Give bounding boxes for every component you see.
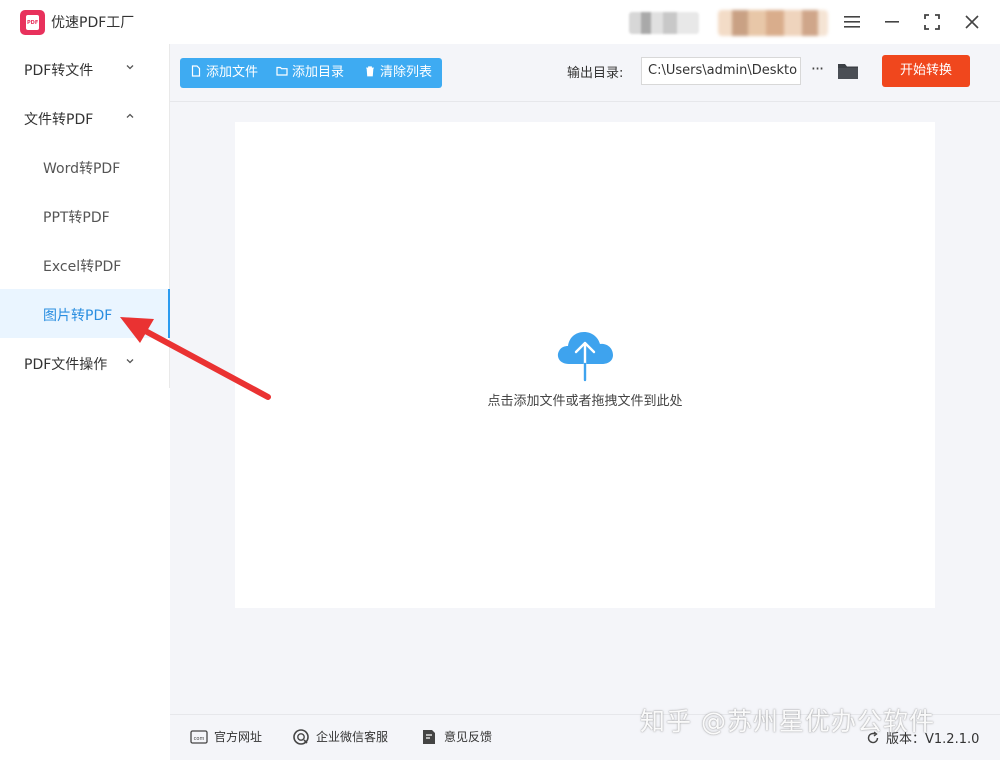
start-convert-button[interactable]: 开始转换: [882, 55, 970, 87]
browse-more-button[interactable]: ···: [808, 56, 826, 84]
sidebar: PDF转文件 文件转PDF Word转PDF PPT转PDF Excel转PDF…: [0, 44, 170, 388]
sidebar-item-label: 图片转PDF: [43, 308, 113, 324]
sidebar-group-label: 文件转PDF: [24, 112, 94, 128]
blurred-account-badge: [718, 10, 828, 36]
sidebar-item-label: PPT转PDF: [43, 210, 110, 226]
sidebar-group-pdf-operations[interactable]: PDF文件操作: [0, 338, 170, 387]
open-folder-icon[interactable]: [837, 61, 859, 81]
add-file-button[interactable]: 添加文件: [190, 58, 258, 88]
hamburger-menu-icon[interactable]: [840, 10, 864, 34]
watermark-text: 知乎 @苏州星优办公软件: [640, 707, 935, 736]
chevron-up-icon: [126, 113, 134, 118]
sidebar-group-pdf-to-file[interactable]: PDF转文件: [0, 44, 170, 93]
sidebar-item-ppt-to-pdf[interactable]: PPT转PDF: [0, 191, 170, 240]
blurred-user-info: [629, 12, 699, 34]
close-icon[interactable]: [960, 10, 984, 34]
app-title: 优速PDF工厂: [51, 15, 135, 31]
add-folder-button[interactable]: 添加目录: [276, 58, 344, 88]
minimize-icon[interactable]: [880, 10, 904, 34]
sidebar-group-label: PDF文件操作: [24, 357, 108, 373]
sidebar-item-image-to-pdf[interactable]: 图片转PDF: [0, 289, 170, 338]
feedback-icon: [423, 730, 435, 744]
output-dir-input[interactable]: C:\Users\admin\Deskto: [641, 57, 801, 85]
main-panel: 添加文件 添加目录 清除列表 输出目录: C:\Users\admin\Desk…: [170, 44, 1000, 760]
dropzone-hint: 点击添加文件或者拖拽文件到此处: [487, 394, 683, 409]
sidebar-item-label: Excel转PDF: [43, 259, 122, 275]
title-bar: PDF 优速PDF工厂: [0, 0, 1000, 44]
chat-support-icon: [293, 729, 309, 745]
svg-text:com: com: [194, 736, 205, 742]
sidebar-item-word-to-pdf[interactable]: Word转PDF: [0, 142, 170, 191]
official-website-link[interactable]: com 官方网址: [190, 728, 262, 748]
website-icon: com: [190, 730, 208, 744]
feedback-link[interactable]: 意见反馈: [420, 728, 492, 748]
sidebar-group-file-to-pdf[interactable]: 文件转PDF: [0, 93, 170, 142]
sidebar-item-label: Word转PDF: [43, 161, 121, 177]
sidebar-group-label: PDF转文件: [24, 63, 94, 79]
wechat-support-link[interactable]: 企业微信客服: [292, 728, 388, 748]
toolbar: 添加文件 添加目录 清除列表 输出目录: C:\Users\admin\Desk…: [170, 44, 1000, 102]
cloud-upload-icon: [557, 332, 613, 382]
maximize-icon[interactable]: [920, 10, 944, 34]
sidebar-item-excel-to-pdf[interactable]: Excel转PDF: [0, 240, 170, 289]
folder-icon: [276, 66, 288, 76]
chevron-down-icon: [126, 359, 134, 364]
file-actions-group: 添加文件 添加目录 清除列表: [180, 58, 442, 88]
chevron-down-icon: [126, 65, 134, 70]
output-dir-label: 输出目录:: [567, 66, 624, 81]
clear-list-button[interactable]: 清除列表: [364, 58, 432, 88]
app-logo-icon: PDF: [20, 10, 45, 35]
trash-icon: [366, 66, 374, 77]
sidebar-empty-area: [0, 388, 170, 760]
file-dropzone[interactable]: 点击添加文件或者拖拽文件到此处: [235, 122, 935, 608]
file-icon: [191, 65, 201, 77]
